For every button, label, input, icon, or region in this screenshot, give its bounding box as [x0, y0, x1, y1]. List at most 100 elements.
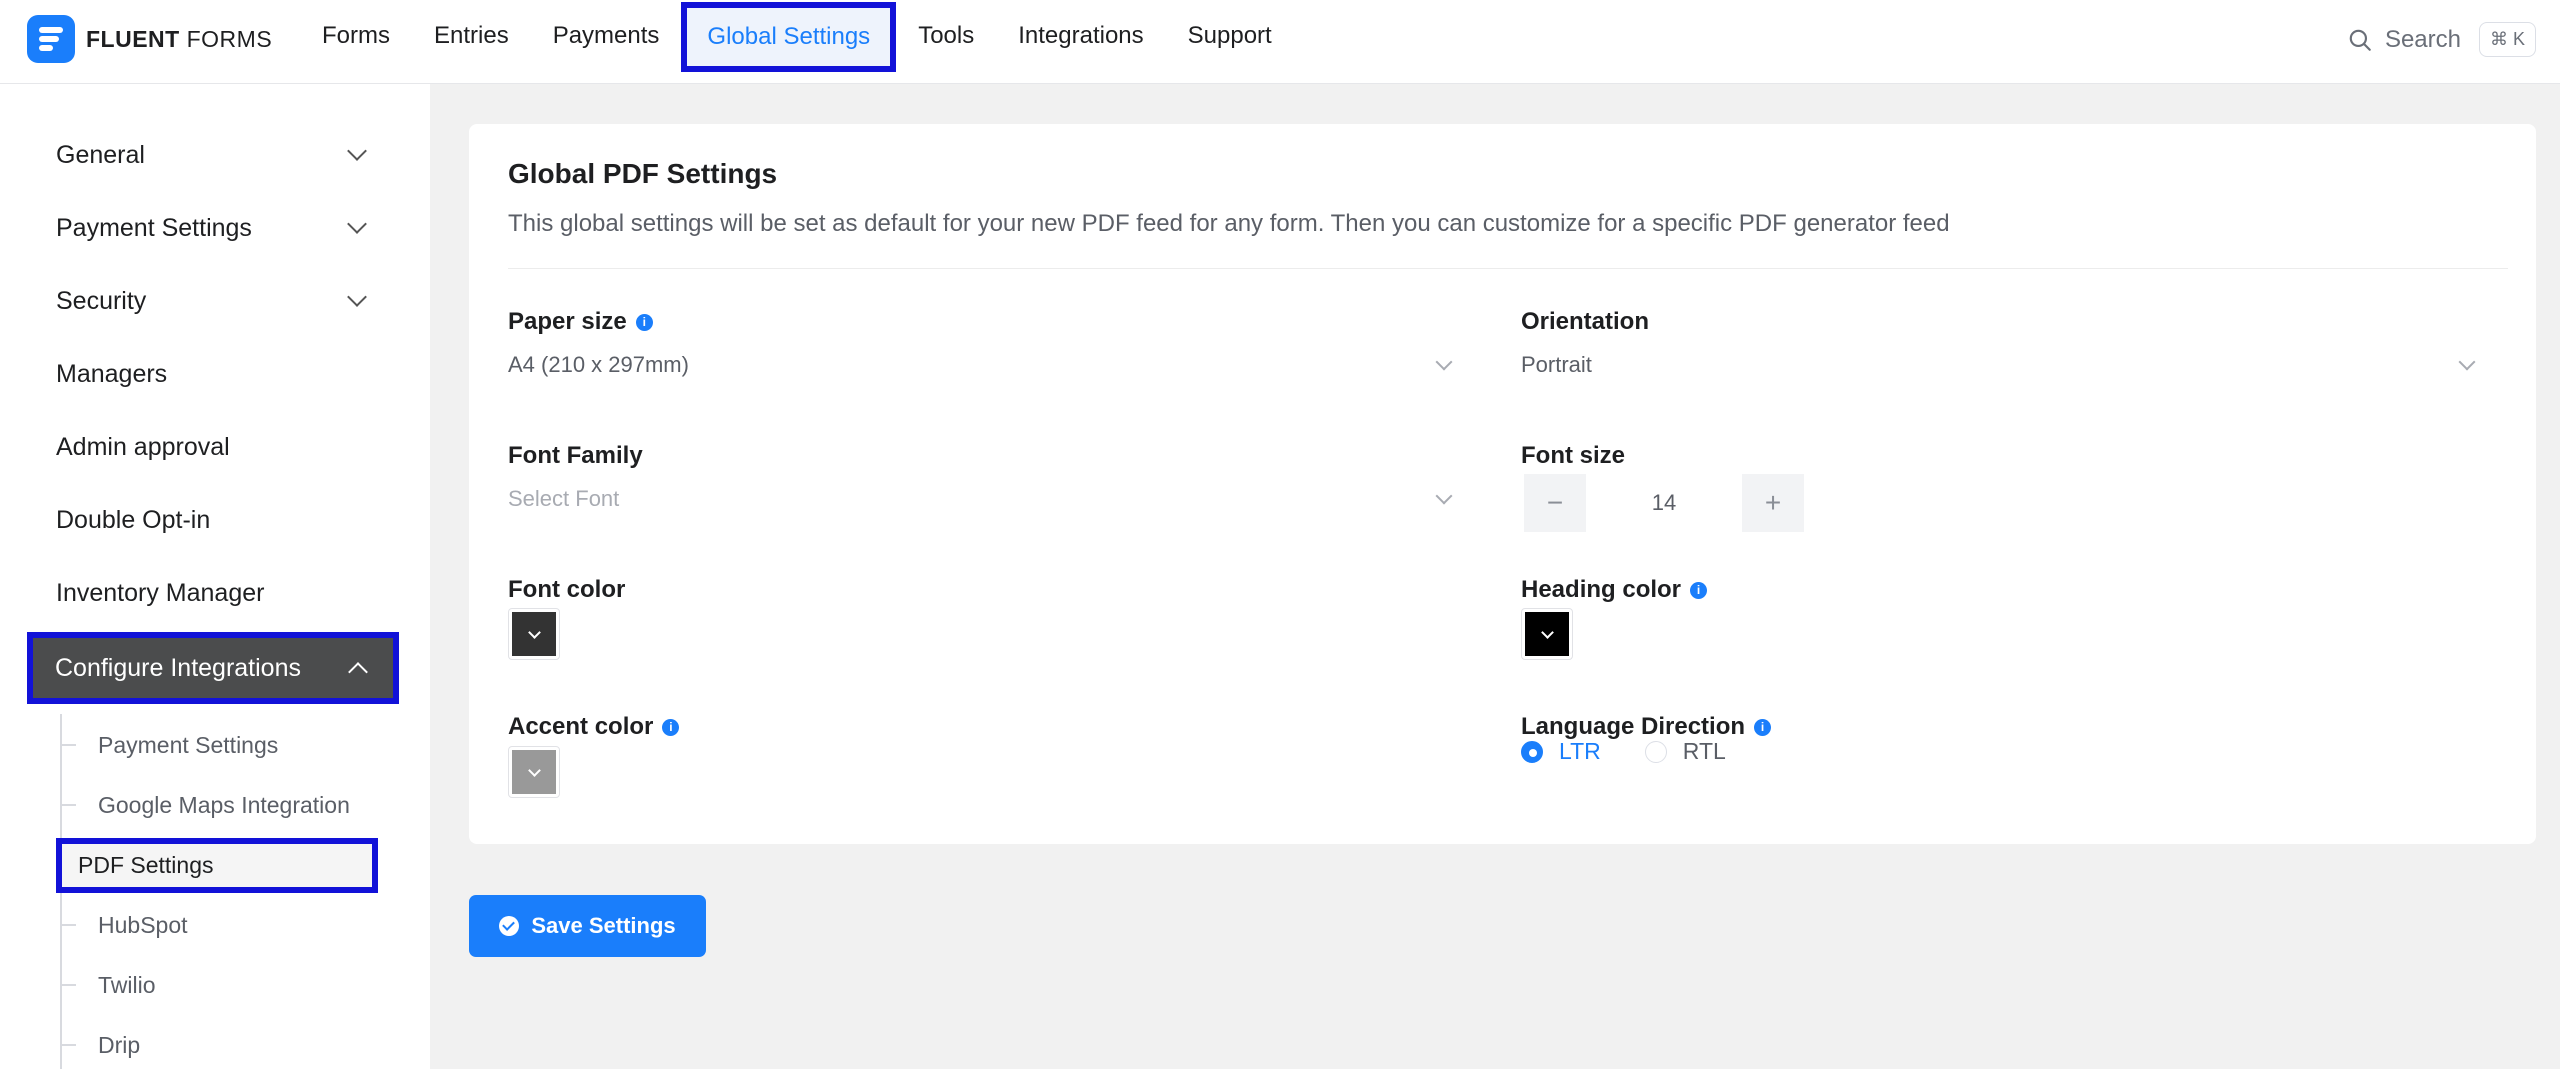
sub-item-twilio[interactable]: Twilio: [62, 957, 156, 1013]
fluent-forms-logo-icon: [27, 15, 75, 63]
accent-color-picker[interactable]: [508, 746, 560, 798]
sub-item-payment-settings[interactable]: Payment Settings: [62, 717, 278, 773]
font-family-placeholder: Select Font: [508, 486, 620, 511]
sidebar-item-double-opt-in[interactable]: Double Opt-in: [28, 490, 398, 550]
nav-global-settings[interactable]: Global Settings: [681, 2, 897, 72]
sidebar-item-label: Double Opt-in: [56, 505, 211, 534]
sub-item-google-maps-integration[interactable]: Google Maps Integration: [62, 777, 350, 833]
page-description: This global settings will be set as defa…: [508, 210, 1950, 237]
sidebar: General Payment Settings Security Manage…: [0, 84, 430, 1069]
paper-size-label: Paper size i: [508, 308, 653, 336]
sub-item-label: Drip: [98, 1031, 141, 1058]
sub-item-hubspot[interactable]: HubSpot: [62, 897, 188, 953]
sidebar-item-general[interactable]: General: [28, 125, 398, 185]
font-color-label: Font color: [508, 576, 626, 603]
check-circle-icon: [499, 916, 520, 936]
sub-item-label: Payment Settings: [98, 731, 279, 758]
heading-color-label: Heading color i: [1521, 576, 1708, 604]
sub-item-label: PDF Settings: [56, 837, 378, 893]
sub-item-label: HubSpot: [98, 911, 188, 938]
nav-forms[interactable]: Forms: [300, 0, 412, 72]
divider: [508, 268, 2508, 269]
tree-connector: [62, 1044, 76, 1046]
radio-rtl[interactable]: RTL: [1644, 738, 1726, 765]
sidebar-item-inventory-manager[interactable]: Inventory Manager: [28, 563, 398, 623]
font-size-stepper: − 14 +: [1524, 474, 1804, 532]
sidebar-item-label: Security: [56, 286, 147, 315]
sidebar-item-admin-approval[interactable]: Admin approval: [28, 417, 398, 477]
sidebar-item-label: Inventory Manager: [56, 578, 265, 607]
sub-item-drip[interactable]: Drip: [62, 1017, 140, 1069]
chevron-down-icon: [347, 287, 367, 307]
search-shortcut: ⌘ K: [2478, 22, 2536, 57]
info-icon[interactable]: i: [635, 313, 653, 331]
info-icon[interactable]: i: [1690, 581, 1708, 599]
chevron-down-icon: [1435, 487, 1453, 505]
app-logo[interactable]: FLUENT FORMS: [27, 15, 272, 63]
sidebar-item-payment-settings[interactable]: Payment Settings: [28, 198, 398, 258]
logo-text: FLUENT FORMS: [86, 25, 273, 52]
font-color-swatch: [512, 612, 556, 656]
nav-support[interactable]: Support: [1166, 0, 1294, 72]
sub-item-pdf-settings[interactable]: PDF Settings: [56, 837, 378, 893]
font-size-label: Font size: [1521, 442, 1626, 469]
font-size-input[interactable]: 14: [1586, 474, 1742, 532]
heading-color-picker[interactable]: [1521, 608, 1573, 660]
sub-item-label: Twilio: [98, 971, 156, 998]
font-color-picker[interactable]: [508, 608, 560, 660]
save-settings-label: Save Settings: [531, 913, 676, 938]
radio-dot: [1521, 740, 1543, 763]
chevron-down-icon: [527, 763, 541, 777]
nav-tools[interactable]: Tools: [896, 0, 996, 72]
chevron-down-icon: [347, 214, 367, 234]
paper-size-value: A4 (210 x 297mm): [508, 352, 689, 377]
chevron-down-icon: [1435, 353, 1453, 371]
sidebar-item-label: Managers: [56, 359, 168, 388]
info-icon[interactable]: i: [662, 718, 680, 736]
info-icon[interactable]: i: [1754, 718, 1772, 736]
sidebar-item-configure-integrations[interactable]: Configure Integrations: [27, 632, 399, 704]
radio-ltr[interactable]: LTR: [1521, 738, 1601, 765]
nav-entries[interactable]: Entries: [412, 0, 531, 72]
heading-color-swatch: [1525, 612, 1569, 656]
nav-integrations[interactable]: Integrations: [996, 0, 1165, 72]
font-family-label: Font Family: [508, 442, 643, 469]
main-nav: Forms Entries Payments Global Settings T…: [300, 0, 1294, 72]
chevron-down-icon: [2458, 353, 2476, 371]
search-button[interactable]: Search ⌘ K: [2347, 22, 2536, 57]
chevron-down-icon: [527, 625, 541, 639]
decrease-button[interactable]: −: [1524, 474, 1586, 532]
orientation-select[interactable]: Portrait: [1521, 343, 2491, 387]
save-settings-button[interactable]: Save Settings: [469, 895, 706, 957]
chevron-down-icon: [1540, 625, 1554, 639]
orientation-label: Orientation: [1521, 308, 1650, 335]
accent-color-swatch: [512, 750, 556, 794]
sub-item-label: Google Maps Integration: [98, 791, 350, 818]
tree-connector: [62, 744, 76, 746]
language-direction-label: Language Direction i: [1521, 713, 1772, 741]
paper-size-select[interactable]: A4 (210 x 297mm): [508, 343, 1468, 387]
sidebar-item-security[interactable]: Security: [28, 271, 398, 331]
nav-payments[interactable]: Payments: [531, 0, 682, 72]
top-bar: FLUENT FORMS Forms Entries Payments Glob…: [0, 0, 2560, 84]
chevron-down-icon: [347, 141, 367, 161]
chevron-up-icon: [348, 662, 368, 682]
sidebar-item-label: Admin approval: [56, 432, 230, 461]
language-direction-radio-group: LTR RTL: [1521, 738, 1770, 765]
orientation-value: Portrait: [1521, 352, 1592, 377]
search-icon: [2349, 29, 2371, 51]
tree-connector: [62, 984, 76, 986]
sidebar-item-label: Payment Settings: [56, 213, 252, 242]
pdf-settings-card: Global PDF Settings This global settings…: [469, 124, 2536, 844]
increase-button[interactable]: +: [1742, 474, 1804, 532]
sidebar-item-label: Configure Integrations: [55, 653, 301, 682]
radio-dot: [1644, 740, 1667, 763]
tree-connector: [62, 804, 76, 806]
tree-connector: [62, 924, 76, 926]
accent-color-label: Accent color i: [508, 713, 680, 741]
sidebar-item-label: General: [56, 140, 145, 169]
sidebar-item-managers[interactable]: Managers: [28, 344, 398, 404]
font-family-select[interactable]: Select Font: [508, 477, 1468, 521]
search-label: Search: [2384, 25, 2461, 53]
page-title: Global PDF Settings: [508, 158, 778, 189]
